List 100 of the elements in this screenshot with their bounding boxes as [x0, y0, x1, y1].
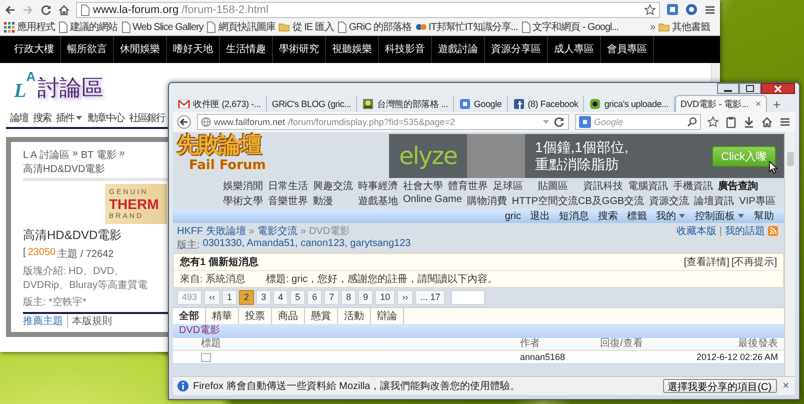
- forum-link[interactable]: 我的話題: [725, 224, 765, 238]
- bookmark-link[interactable]: 文字和網頁 - Googl...: [520, 20, 619, 34]
- user-menu-link[interactable]: 搜索: [598, 209, 618, 223]
- breadcrumb-link[interactable]: HKFF 失敗論壇: [177, 224, 246, 238]
- column-header[interactable]: 作者: [520, 338, 600, 350]
- nav-link[interactable]: 休閒娛樂: [114, 36, 167, 63]
- nav-link[interactable]: 視聽娛樂: [326, 36, 379, 63]
- forum-link[interactable]: 收藏本版: [676, 224, 716, 238]
- share-choice-button[interactable]: 選擇我要分享的項目(C): [662, 379, 777, 393]
- first-page-link[interactable]: ‹‹: [204, 290, 220, 305]
- address-bar[interactable]: www.la-forum.org /forum-158-2.html: [76, 2, 660, 18]
- more-bookmarks-button[interactable]: »: [650, 22, 655, 32]
- bookmark-link[interactable]: IT邦幫忙IT知識分享...: [414, 20, 518, 34]
- forum-link[interactable]: 本版規則: [72, 314, 112, 328]
- category-link[interactable]: 時事經濟: [358, 179, 398, 193]
- column-header[interactable]: 標題: [201, 338, 520, 350]
- filter-tab[interactable]: 全部: [173, 308, 206, 324]
- category-link[interactable]: 購物消費: [466, 194, 507, 208]
- category-link[interactable]: 興趣交流: [313, 179, 353, 193]
- new-tab-button[interactable]: +: [767, 97, 787, 112]
- user-menu-link[interactable]: 退出: [530, 209, 550, 223]
- bookmark-link[interactable]: 從 IE 匯入: [278, 20, 334, 34]
- bookmark-folder[interactable]: 其他書籤: [658, 20, 710, 34]
- category-link[interactable]: 日常生活: [268, 179, 308, 193]
- bookmark-link[interactable]: GRiC 的部落格: [336, 20, 412, 34]
- logo-title: 討論區: [38, 74, 104, 102]
- bookmark-link[interactable]: Web Slice Gallery: [120, 21, 204, 33]
- nav-link[interactable]: 科技影音: [379, 36, 432, 63]
- category-link[interactable]: 遊戲基地: [358, 194, 398, 208]
- moderators-names[interactable]: 0301330, Amanda51, canon123, garytsang123: [202, 238, 411, 252]
- category-link[interactable]: 論壇資訊: [694, 194, 734, 208]
- breadcrumb-link[interactable]: BT 電影: [80, 148, 116, 162]
- user-menu-link[interactable]: 控制面板: [695, 209, 745, 223]
- category-link[interactable]: Online Game: [403, 194, 462, 208]
- ad-banner[interactable]: elyze 1個鐘,1個部位, 重點消除脂肪 Click入嚟: [389, 134, 784, 178]
- category-link[interactable]: 資源交流: [649, 194, 690, 208]
- nav-link[interactable]: 遊戲討論: [432, 36, 485, 63]
- category-link[interactable]: 體育世界: [448, 179, 488, 193]
- page-link[interactable]: 4: [273, 290, 288, 305]
- user-menu-link[interactable]: 幫助: [754, 209, 774, 223]
- category-link[interactable]: 手機資訊: [673, 179, 713, 193]
- menu-link[interactable]: 勳章中心: [88, 111, 124, 125]
- nav-link[interactable]: 資源分享區: [485, 36, 548, 63]
- column-header[interactable]: 最後發表: [678, 338, 778, 350]
- bookmark-link[interactable]: 應用程式: [3, 20, 55, 34]
- category-link[interactable]: HTTP空間交流CB及GGB交流: [512, 194, 644, 208]
- category-link[interactable]: 社會大學: [403, 179, 443, 193]
- page-link[interactable]: 3: [256, 290, 272, 305]
- bookmark-link[interactable]: 建議的網站: [58, 20, 118, 34]
- close-button[interactable]: ×: [780, 380, 791, 392]
- page-link[interactable]: 6: [307, 290, 322, 305]
- page-link[interactable]: 10: [375, 290, 396, 305]
- page-link[interactable]: 7: [324, 290, 340, 305]
- category-link[interactable]: VIP專區: [739, 194, 780, 208]
- nav-link[interactable]: 會員專區: [601, 36, 654, 63]
- category-link[interactable]: 廣告查詢: [718, 179, 758, 193]
- page-link[interactable]: 5: [290, 290, 306, 305]
- nav-link[interactable]: 嗜好天地: [167, 36, 220, 63]
- page-link[interactable]: 2: [239, 290, 254, 305]
- column-header[interactable]: 回復/查看: [600, 338, 678, 350]
- breadcrumb-link[interactable]: L A 討論區: [23, 148, 70, 162]
- category-link[interactable]: 足球區: [493, 179, 533, 193]
- category-link[interactable]: 電腦資訊: [628, 179, 668, 193]
- forum-link[interactable]: 推薦主題: [23, 314, 63, 328]
- user-menu-link[interactable]: gric: [504, 210, 521, 222]
- tab-close-button[interactable]: ×: [755, 98, 762, 110]
- page-link[interactable]: 1: [222, 290, 238, 305]
- category-link[interactable]: 音樂世界: [268, 194, 308, 208]
- category-link[interactable]: 貼圖區: [538, 179, 578, 193]
- user-menu-link[interactable]: 標籤: [627, 209, 647, 223]
- search-box[interactable]: Google: [575, 114, 701, 130]
- bookmark-link[interactable]: 網頁快訊圖庫: [206, 20, 276, 34]
- browser-tab[interactable]: DVD電影 - 電影... ×: [674, 95, 768, 112]
- nav-link[interactable]: 學術研究: [273, 36, 326, 63]
- menu-link[interactable]: 搜索: [33, 111, 51, 125]
- notice-subject[interactable]: 標題: gric，您好，感謝您的註冊，請閱讀以下內容。: [266, 272, 498, 286]
- category-link[interactable]: 資訊科技: [583, 179, 623, 193]
- next-page-link[interactable]: ››: [397, 290, 414, 305]
- category-link[interactable]: 動漫: [313, 194, 353, 208]
- breadcrumb-link[interactable]: 高清HD&DVD電影: [23, 162, 106, 176]
- notice-link[interactable]: [查看詳情]: [684, 255, 730, 269]
- breadcrumb-link[interactable]: 電影交流: [257, 224, 298, 238]
- nav-link[interactable]: 行政大樓: [8, 36, 61, 63]
- menu-link[interactable]: 論壇: [10, 111, 28, 125]
- category-link[interactable]: 娛樂消閒: [223, 179, 263, 193]
- category-link[interactable]: 學術文學: [223, 194, 263, 208]
- search-input[interactable]: Google: [594, 117, 684, 127]
- menu-link[interactable]: 插件: [56, 111, 83, 125]
- nav-link[interactable]: 成人專區: [548, 36, 601, 63]
- user-menu-link[interactable]: 我的: [656, 209, 686, 223]
- page-link[interactable]: 8: [341, 290, 356, 305]
- last-page-link[interactable]: ... 17: [415, 290, 446, 305]
- address-bar[interactable]: www.failforum.net /forum/forumdisplay.php?fid=535&page=2: [197, 114, 569, 130]
- menu-link[interactable]: 社區銀行: [129, 111, 165, 125]
- page-link[interactable]: 9: [358, 290, 374, 305]
- table-row[interactable]: annan5168 2012-6-12 02:26 AM: [173, 350, 784, 363]
- nav-link[interactable]: 生活情趣: [220, 36, 273, 63]
- notice-link[interactable]: [不再提示]: [731, 255, 777, 269]
- user-menu-link[interactable]: 短消息: [559, 209, 589, 223]
- nav-link[interactable]: 暢所欲言: [61, 36, 114, 63]
